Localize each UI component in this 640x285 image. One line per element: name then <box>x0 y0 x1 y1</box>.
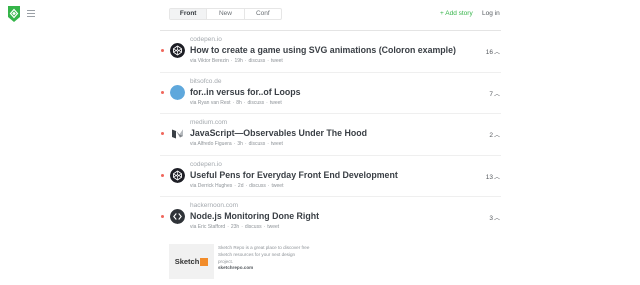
upvote-button[interactable]: 16︿ <box>486 47 500 56</box>
new-indicator-dot <box>161 49 164 52</box>
story-age: 19h <box>234 58 243 64</box>
story-domain[interactable]: codepen.io <box>190 36 222 43</box>
tweet-link[interactable]: tweet <box>271 141 283 147</box>
add-story-link[interactable]: + Add story <box>440 10 473 17</box>
new-indicator-dot <box>161 173 164 177</box>
story-title[interactable]: Useful Pens for Everyday Front End Devel… <box>190 170 398 180</box>
discuss-link[interactable]: discuss <box>249 183 266 189</box>
upvote-arrow-icon: ︿ <box>493 174 500 181</box>
story-author[interactable]: via Ryan van Rest <box>190 100 231 106</box>
discuss-link[interactable]: discuss <box>247 100 264 106</box>
discuss-link[interactable]: discuss <box>245 224 262 230</box>
tweet-link[interactable]: tweet <box>272 183 284 189</box>
story-meta: via Eric Stafford · 23h · discuss · tweet <box>190 224 280 230</box>
discuss-link[interactable]: discuss <box>249 141 266 147</box>
story-row: codepen.io How to create a game using SV… <box>160 30 501 72</box>
story-domain[interactable]: hackernoon.com <box>190 202 238 209</box>
tab-conf[interactable]: Conf <box>245 9 281 19</box>
upvote-button[interactable]: 7︿ <box>489 89 500 98</box>
upvote-button[interactable]: 13︿ <box>486 172 500 181</box>
story-meta: via Viktor Berezin · 19h · discuss · tweet <box>190 58 283 64</box>
login-link[interactable]: Log in <box>482 10 500 17</box>
sponsor-description: Sketch Repo is a great place to discover… <box>218 245 310 264</box>
tweet-link[interactable]: tweet <box>270 100 282 106</box>
hamburger-icon[interactable] <box>27 10 35 17</box>
story-meta: via Alfredo Figuera · 3h · discuss · tweet <box>190 141 283 147</box>
vote-count: 2 <box>489 132 493 139</box>
codepen-avatar-icon[interactable] <box>170 43 185 58</box>
story-title[interactable]: for..in versus for..of Loops <box>190 87 300 97</box>
sponsor-link[interactable]: sketchrepo.com <box>218 265 253 270</box>
story-row: codepen.io Useful Pens for Everyday Fron… <box>160 154 501 197</box>
story-age: 3h <box>237 141 243 147</box>
tab-new[interactable]: New <box>207 9 245 19</box>
story-author[interactable]: via Alfredo Figuera <box>190 141 232 147</box>
vote-count: 13 <box>485 173 493 181</box>
upvote-arrow-icon: ︿ <box>493 50 500 56</box>
bitsofcode-avatar-icon[interactable] <box>170 84 185 100</box>
vote-count: 7 <box>489 90 493 98</box>
story-author[interactable]: via Derrick Hughes <box>190 183 232 189</box>
new-indicator-dot <box>161 215 164 218</box>
logo-icon[interactable] <box>7 6 21 22</box>
new-indicator-dot <box>161 90 164 94</box>
sketch-box-icon <box>200 257 209 266</box>
upvote-arrow-icon: ︿ <box>493 91 500 98</box>
sponsor-image-text: Sketch <box>174 257 200 266</box>
sponsor-image[interactable]: Sketch <box>169 244 214 279</box>
story-title[interactable]: How to create a game using SVG animation… <box>190 45 456 55</box>
sponsor-card[interactable]: Sketch Sketch Repo is a great place to d… <box>169 244 309 280</box>
story-age: 23h <box>230 224 240 230</box>
tab-front[interactable]: Front <box>170 9 208 19</box>
story-author[interactable]: via Eric Stafford <box>190 224 225 230</box>
story-author[interactable]: via Viktor Berezin <box>190 58 229 64</box>
tweet-link[interactable]: tweet <box>271 58 283 64</box>
story-title[interactable]: Node.js Monitoring Done Right <box>190 211 319 221</box>
story-domain[interactable]: codepen.io <box>190 161 222 168</box>
hackernoon-avatar-icon[interactable] <box>170 209 185 224</box>
tweet-link[interactable]: tweet <box>267 224 279 230</box>
story-meta: via Derrick Hughes · 2d · discuss · tweet <box>190 182 284 189</box>
story-age: 2d <box>237 182 244 189</box>
upvote-button[interactable]: 3︿ <box>489 213 500 222</box>
story-row: medium.com JavaScript—Observables Under … <box>160 113 501 155</box>
story-domain[interactable]: medium.com <box>190 119 227 126</box>
story-list: codepen.io How to create a game using SV… <box>160 30 501 238</box>
vote-count: 3 <box>489 215 493 222</box>
medium-avatar-icon[interactable] <box>170 126 185 141</box>
discuss-link[interactable]: discuss <box>249 58 266 64</box>
story-age: 8h <box>236 99 242 106</box>
story-title[interactable]: JavaScript—Observables Under The Hood <box>190 128 367 138</box>
story-domain[interactable]: bitsofco.de <box>190 78 221 85</box>
story-row: hackernoon.com Node.js Monitoring Done R… <box>160 196 501 238</box>
story-meta: via Ryan van Rest · 8h · discuss · tweet <box>190 99 282 106</box>
upvote-button[interactable]: 2︿ <box>489 130 500 139</box>
upvote-arrow-icon: ︿ <box>493 216 500 222</box>
upvote-arrow-icon: ︿ <box>493 133 500 139</box>
codepen-avatar-icon[interactable] <box>170 167 185 183</box>
story-row: bitsofco.de for..in versus for..of Loops… <box>160 71 501 114</box>
vote-count: 16 <box>485 49 493 56</box>
new-indicator-dot <box>161 132 164 135</box>
tab-bar: Front New Conf <box>169 8 282 20</box>
